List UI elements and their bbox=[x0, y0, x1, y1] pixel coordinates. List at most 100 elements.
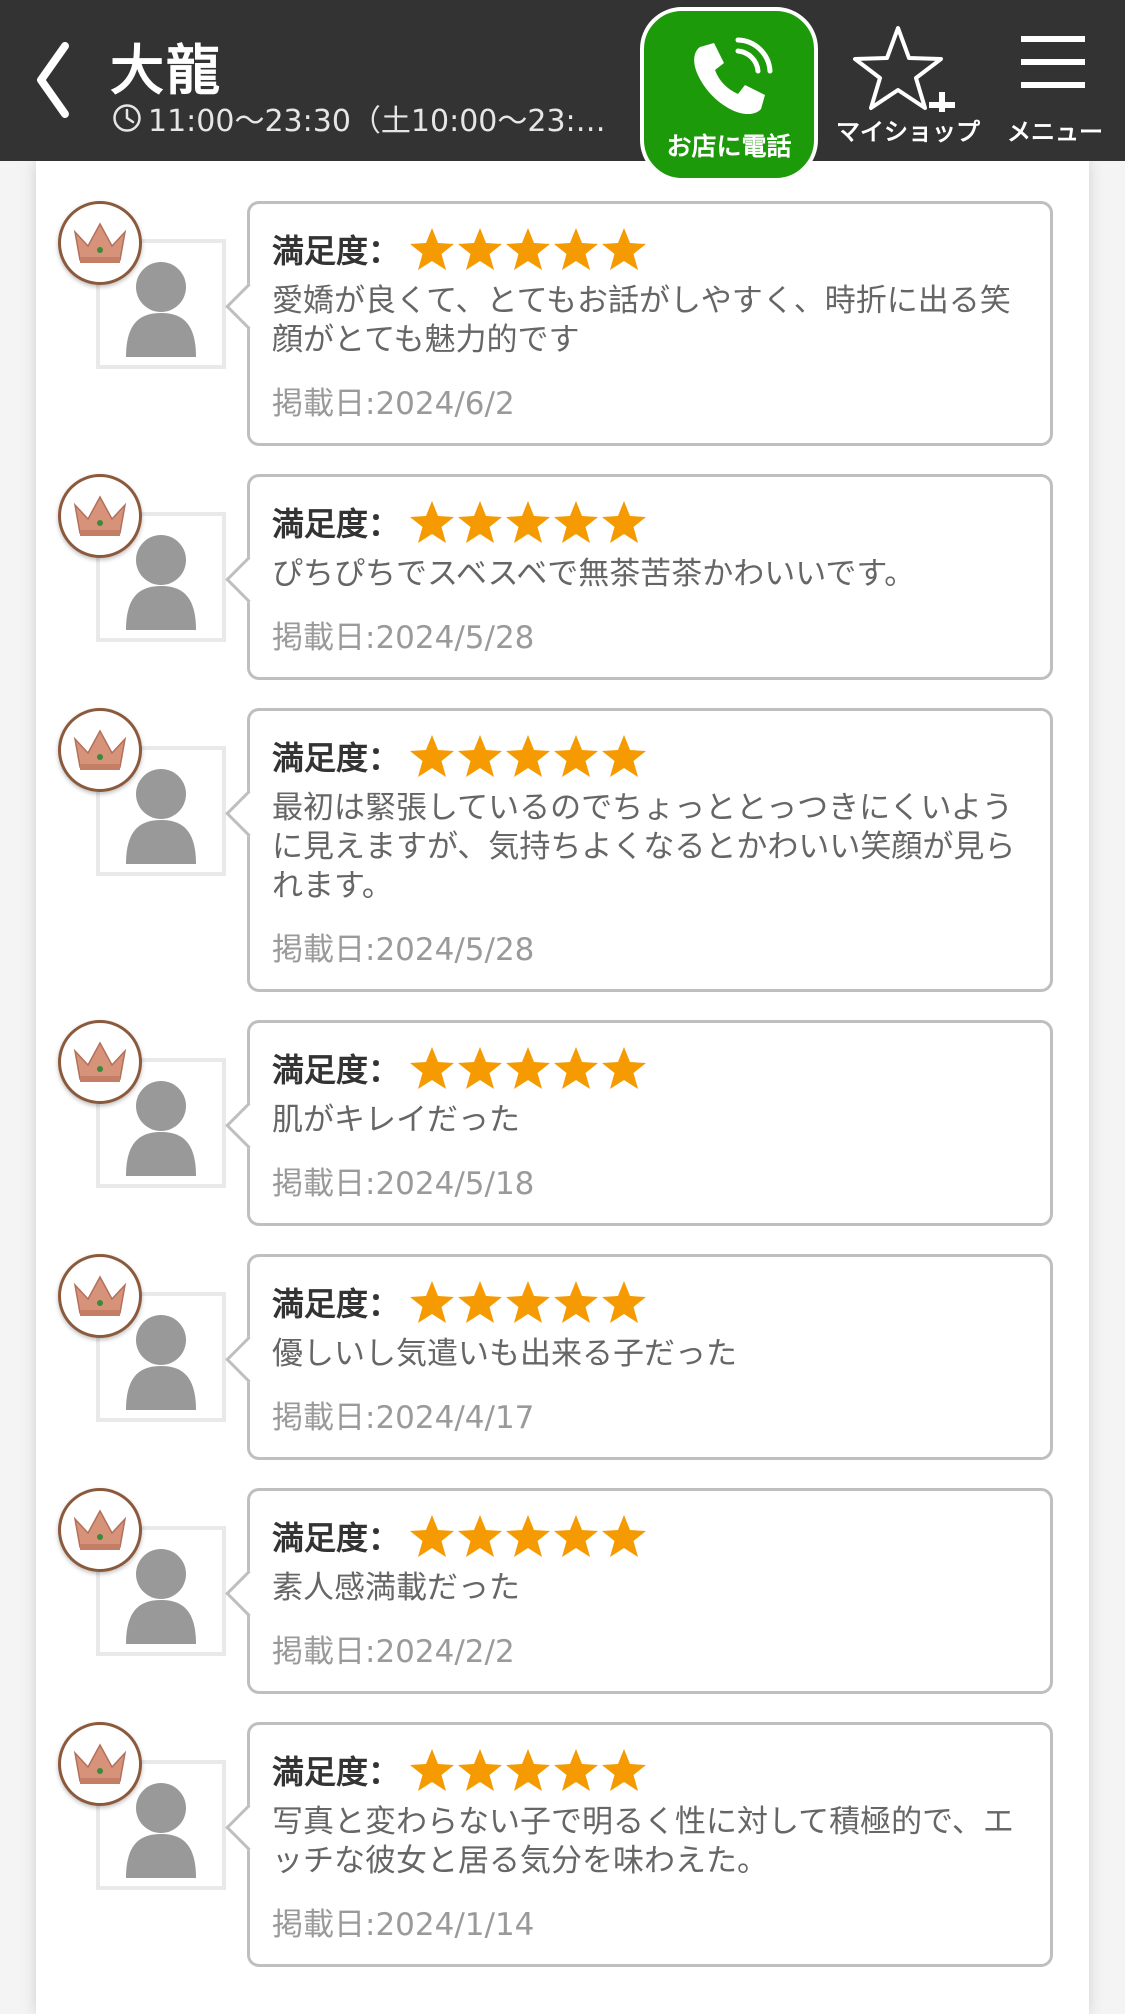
crown-badge bbox=[58, 708, 142, 792]
star-icon bbox=[602, 735, 647, 777]
rating-label: 満足度： bbox=[272, 1519, 401, 1557]
review-date: 掲載日:2024/2/2 bbox=[272, 1634, 515, 1670]
rating-row: 満足度： bbox=[272, 495, 1028, 549]
my-shop-button[interactable]: マイショップ bbox=[836, 22, 980, 146]
review-comment: ぴちぴちでスベスベで無茶苦茶かわいいです。 bbox=[272, 556, 916, 592]
review-date: 掲載日:2024/6/2 bbox=[272, 386, 515, 422]
star-icon bbox=[602, 1515, 647, 1557]
star-icon bbox=[554, 1047, 599, 1089]
my-shop-label: マイショップ bbox=[836, 118, 980, 146]
rating-row: 満足度： bbox=[272, 1743, 1028, 1797]
shop-name: 大龍 bbox=[110, 39, 222, 102]
star-icon bbox=[602, 1281, 647, 1323]
back-button[interactable] bbox=[22, 34, 84, 126]
star-icon bbox=[458, 1047, 503, 1089]
star-icon bbox=[506, 1515, 551, 1557]
star-rating bbox=[408, 1045, 648, 1091]
crown-badge bbox=[58, 1488, 142, 1572]
star-icon bbox=[458, 501, 503, 543]
star-icon bbox=[554, 501, 599, 543]
crown-badge bbox=[58, 1020, 142, 1104]
star-rating bbox=[408, 1279, 648, 1325]
star-rating bbox=[408, 226, 648, 272]
rating-row: 満足度： bbox=[272, 222, 1028, 276]
user-silhouette-icon bbox=[126, 1315, 196, 1410]
star-icon bbox=[410, 735, 455, 777]
star-icon bbox=[602, 1749, 647, 1791]
rating-label: 満足度： bbox=[272, 232, 401, 270]
rating-row: 満足度： bbox=[272, 729, 1028, 783]
review-bubble: 満足度： 最初は緊張しているのでちょっととっつきにくいように見えますが、気持ちよ… bbox=[247, 708, 1053, 992]
review-comment: 写真と変わらない子で明るく性に対して積極的で、エッチな彼女と居る気分を味わえた。 bbox=[272, 1804, 1014, 1879]
review-bubble: 満足度： 写真と変わらない子で明るく性に対して積極的で、エッチな彼女と居る気分を… bbox=[247, 1722, 1053, 1967]
user-silhouette-icon bbox=[126, 1081, 196, 1176]
menu-button[interactable]: メニュー bbox=[1000, 22, 1110, 146]
star-rating bbox=[408, 733, 648, 779]
star-icon bbox=[410, 1515, 455, 1557]
user-silhouette-icon bbox=[126, 535, 196, 630]
crown-icon bbox=[73, 1509, 127, 1550]
review-date: 掲載日:2024/4/17 bbox=[272, 1400, 535, 1436]
star-rating bbox=[408, 499, 648, 545]
app-header: 大龍 11:00〜23:30（土10:00〜23:… お店に電話 マイショップ … bbox=[0, 0, 1125, 182]
star-icon bbox=[410, 1047, 455, 1089]
star-icon bbox=[458, 228, 503, 270]
star-plus-icon bbox=[853, 26, 955, 118]
star-rating bbox=[408, 1747, 648, 1793]
business-hours: 11:00〜23:30（土10:00〜23:… bbox=[112, 96, 612, 140]
review-bubble: 満足度： 優しいし気遣いも出来る子だった 掲載日:2024/4/17 bbox=[247, 1254, 1053, 1460]
crown-icon bbox=[73, 222, 127, 263]
star-icon bbox=[506, 735, 551, 777]
review-comment: 肌がキレイだった bbox=[272, 1102, 520, 1138]
star-icon bbox=[410, 228, 455, 270]
star-icon bbox=[554, 1749, 599, 1791]
star-icon bbox=[554, 735, 599, 777]
review-date: 掲載日:2024/5/28 bbox=[272, 620, 535, 656]
star-icon bbox=[410, 1749, 455, 1791]
crown-badge bbox=[58, 201, 142, 285]
review-date: 掲載日:2024/1/14 bbox=[272, 1907, 535, 1943]
rating-row: 満足度： bbox=[272, 1509, 1028, 1563]
review-bubble: 満足度： ぴちぴちでスベスベで無茶苦茶かわいいです。 掲載日:2024/5/28 bbox=[247, 474, 1053, 680]
call-shop-button[interactable]: お店に電話 bbox=[640, 7, 818, 182]
user-silhouette-icon bbox=[126, 769, 196, 864]
star-icon bbox=[554, 1515, 599, 1557]
user-silhouette-icon bbox=[126, 262, 196, 357]
crown-icon bbox=[73, 729, 127, 770]
star-icon bbox=[506, 1047, 551, 1089]
star-icon bbox=[410, 1281, 455, 1323]
call-shop-label: お店に電話 bbox=[666, 132, 792, 161]
star-icon bbox=[554, 228, 599, 270]
crown-badge bbox=[58, 474, 142, 558]
star-icon bbox=[458, 735, 503, 777]
star-rating bbox=[408, 1513, 648, 1559]
star-icon bbox=[602, 501, 647, 543]
review-bubble: 満足度： 素人感満載だった 掲載日:2024/2/2 bbox=[247, 1488, 1053, 1694]
review-comment: 最初は緊張しているのでちょっととっつきにくいように見えますが、気持ちよくなるとか… bbox=[272, 790, 1016, 904]
rating-label: 満足度： bbox=[272, 1753, 401, 1791]
rating-label: 満足度： bbox=[272, 1051, 401, 1089]
rating-label: 満足度： bbox=[272, 1285, 401, 1323]
rating-label: 満足度： bbox=[272, 739, 401, 777]
star-icon bbox=[458, 1281, 503, 1323]
star-icon bbox=[554, 1281, 599, 1323]
star-icon bbox=[458, 1515, 503, 1557]
crown-icon bbox=[73, 1275, 127, 1316]
star-icon bbox=[410, 501, 455, 543]
review-bubble: 満足度： 肌がキレイだった 掲載日:2024/5/18 bbox=[247, 1020, 1053, 1226]
reviews-panel: 満足度： 愛嬌が良くて、とてもお話がしやすく、時折に出る笑顔がとても魅力的です … bbox=[36, 161, 1089, 2014]
review-date: 掲載日:2024/5/28 bbox=[272, 932, 535, 968]
clock-icon bbox=[113, 104, 141, 132]
crown-icon bbox=[73, 495, 127, 536]
star-icon bbox=[506, 1281, 551, 1323]
phone-icon bbox=[694, 37, 773, 115]
crown-badge bbox=[58, 1722, 142, 1806]
hamburger-icon bbox=[1021, 36, 1085, 88]
review-comment: 素人感満載だった bbox=[272, 1570, 520, 1606]
rating-row: 満足度： bbox=[272, 1041, 1028, 1095]
rating-label: 満足度： bbox=[272, 505, 401, 543]
crown-icon bbox=[73, 1743, 127, 1784]
rating-row: 満足度： bbox=[272, 1275, 1028, 1329]
menu-label: メニュー bbox=[1007, 118, 1103, 146]
chevron-left-icon bbox=[37, 42, 69, 118]
